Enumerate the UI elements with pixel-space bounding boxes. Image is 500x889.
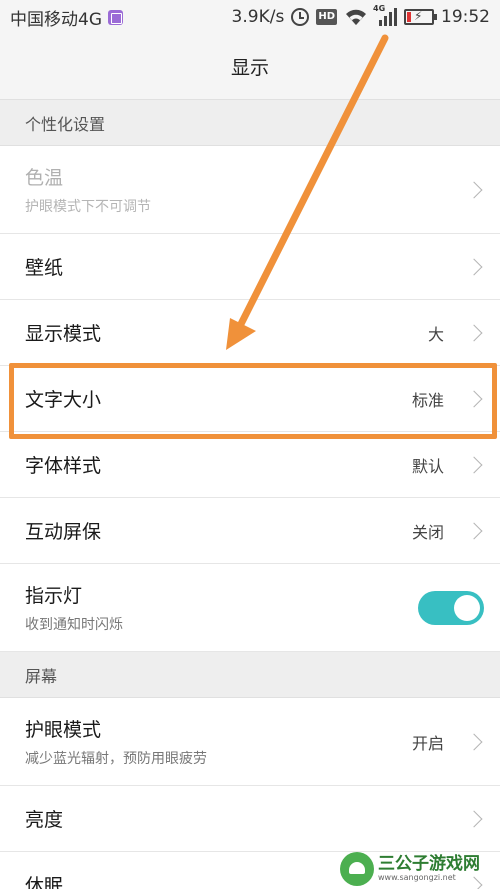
battery-charging-icon: ⚡ [404, 9, 437, 25]
row-font-size[interactable]: 文字大小 标准 [0, 366, 500, 432]
row-title: 显示模式 [25, 323, 102, 345]
row-subtitle: 收到通知时闪烁 [25, 617, 123, 633]
row-font-style[interactable]: 字体样式 默认 [0, 432, 500, 498]
row-value: 开启 [411, 733, 444, 753]
chevron-right-icon [465, 324, 483, 341]
row-brightness[interactable]: 亮度 [0, 786, 500, 852]
chevron-right-icon [465, 522, 483, 539]
chevron-right-icon [465, 456, 483, 473]
row-color-temperature: 色温 护眼模式下不可调节 [0, 146, 500, 234]
page-title: 显示 [230, 57, 269, 79]
section-title: 屏幕 [25, 666, 58, 686]
row-title: 互动屏保 [25, 521, 102, 543]
chevron-right-icon [465, 258, 483, 275]
bolt-icon: ⚡ [414, 9, 423, 23]
hd-icon: HD [316, 9, 337, 25]
alarm-icon [291, 8, 310, 26]
row-display-mode[interactable]: 显示模式 大 [0, 300, 500, 366]
row-eye-protection[interactable]: 护眼模式 减少蓝光辐射，预防用眼疲劳 开启 [0, 698, 500, 786]
chevron-right-icon [465, 181, 483, 198]
row-title: 指示灯 [25, 585, 83, 607]
row-title: 字体样式 [25, 455, 102, 477]
row-value: 关闭 [411, 522, 444, 542]
row-title: 护眼模式 [25, 719, 102, 741]
row-subtitle: 护眼模式下不可调节 [25, 199, 151, 215]
chevron-right-icon [465, 733, 483, 750]
watermark-title: 三公子游戏网 [378, 854, 480, 874]
network-speed: 3.9K/s [231, 7, 285, 27]
network-tag: 4G [373, 4, 386, 13]
battery-level [407, 12, 411, 22]
clock: 19:52 [441, 7, 490, 27]
status-bar: 中国移动4G 3.9K/s HD 4G ⚡ 19:52 [0, 0, 500, 34]
row-indicator-light: 指示灯 收到通知时闪烁 [0, 564, 500, 652]
row-subtitle: 减少蓝光辐射，预防用眼疲劳 [25, 751, 207, 767]
android-logo-icon [340, 852, 374, 886]
watermark: 三公子游戏网 www.sangongzi.net [340, 851, 496, 887]
row-wallpaper[interactable]: 壁纸 [0, 234, 500, 300]
row-value: 默认 [411, 456, 444, 476]
row-title: 亮度 [25, 809, 64, 831]
gallery-icon [108, 9, 123, 25]
watermark-url: www.sangongzi.net [378, 873, 456, 882]
row-title: 色温 [25, 167, 64, 189]
wifi-icon [346, 9, 366, 25]
section-header-personalization: 个性化设置 [0, 100, 500, 146]
signal-icon: 4G [373, 4, 397, 26]
section-header-screen: 屏幕 [0, 652, 500, 698]
row-title: 壁纸 [25, 257, 64, 279]
carrier-label: 中国移动4G [10, 9, 102, 30]
row-value: 标准 [411, 390, 444, 410]
page-title-bar: 显示 [0, 34, 500, 100]
chevron-right-icon [465, 390, 483, 407]
row-interactive-screensaver[interactable]: 互动屏保 关闭 [0, 498, 500, 564]
chevron-right-icon [465, 810, 483, 827]
row-title: 文字大小 [25, 389, 102, 411]
section-title: 个性化设置 [25, 114, 106, 134]
row-value: 大 [427, 324, 444, 344]
indicator-light-toggle[interactable] [418, 590, 484, 625]
row-title: 休眠 [25, 875, 64, 889]
